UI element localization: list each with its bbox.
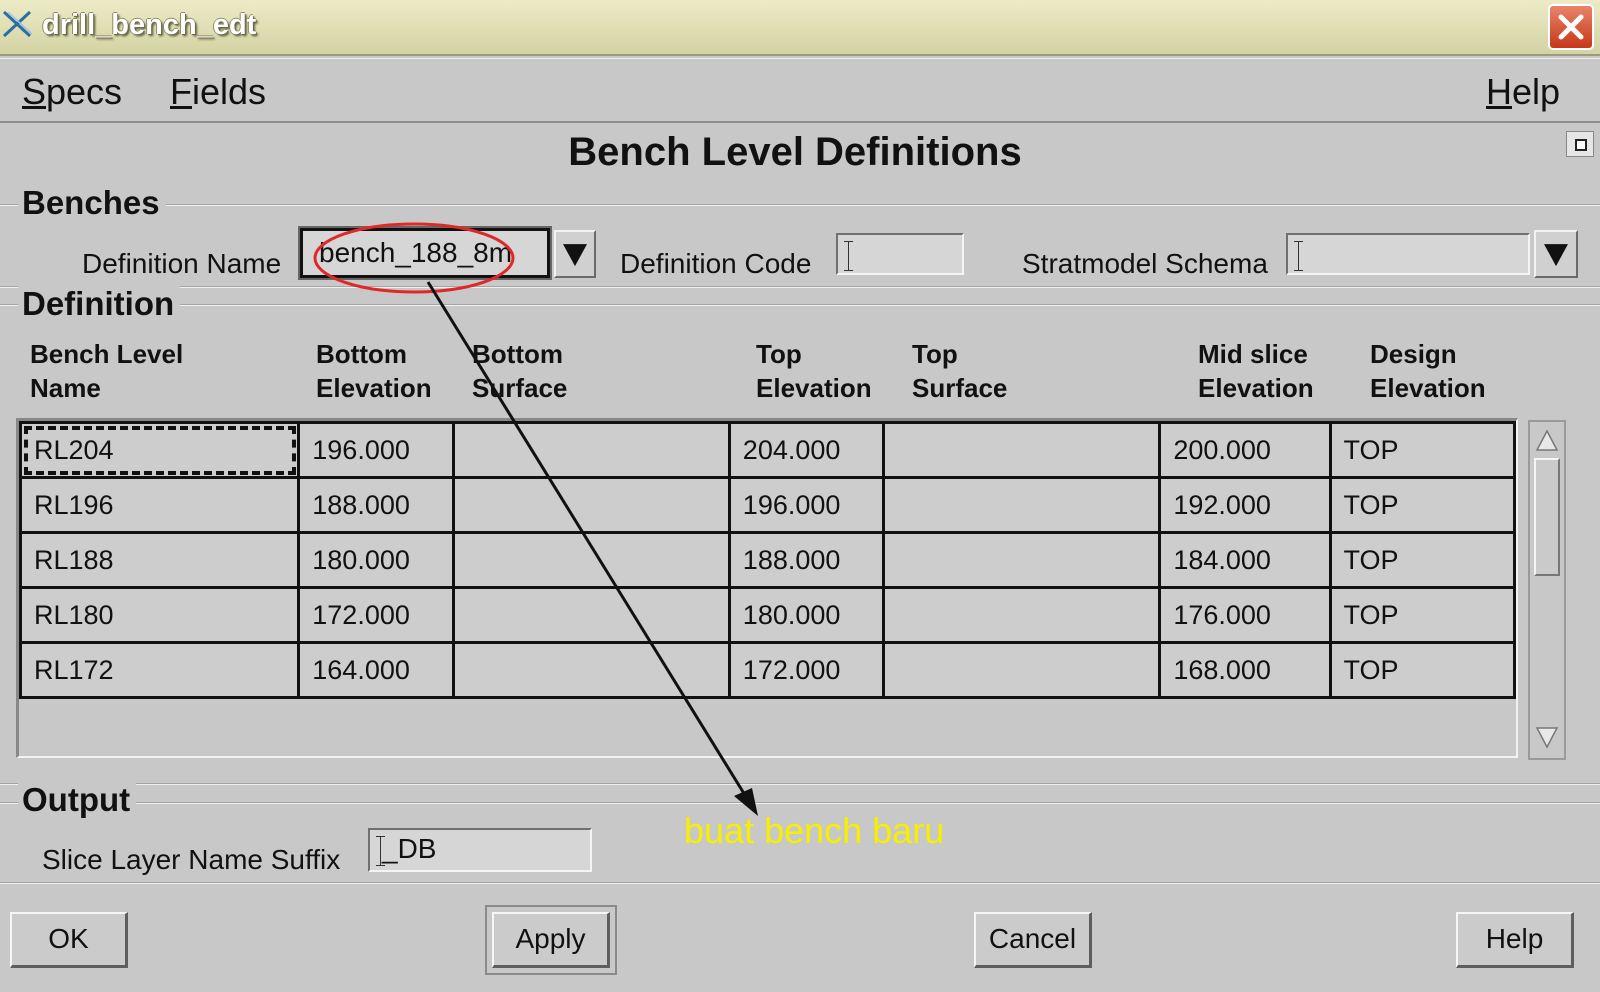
table-cell[interactable] — [882, 531, 1162, 589]
button-area-separator — [0, 882, 1600, 884]
table-cell[interactable]: 196.000 — [727, 476, 886, 534]
benches-section-label: Benches — [18, 184, 166, 222]
slice-layer-suffix-value: _DB — [382, 833, 437, 864]
table-cell[interactable]: 184.000 — [1158, 531, 1332, 589]
scrollbar-thumb[interactable] — [1534, 458, 1560, 576]
table-cell[interactable] — [451, 641, 731, 699]
column-header-bottom-surface[interactable]: Bottom Surface — [472, 337, 567, 405]
table-cell[interactable]: TOP — [1328, 641, 1517, 699]
annotation-text: buat bench baru — [684, 810, 945, 851]
table-cell[interactable]: RL180 — [18, 586, 301, 644]
output-section-label: Output — [18, 781, 137, 819]
restore-icon[interactable] — [1566, 131, 1594, 157]
table-cell[interactable]: 172.000 — [297, 586, 455, 644]
close-button[interactable] — [1548, 4, 1594, 50]
bench-level-table: RL204 196.000 204.000 200.000 TOP RL196 … — [16, 418, 1518, 758]
table-cell[interactable]: 192.000 — [1158, 476, 1332, 534]
table-cell[interactable]: 188.000 — [297, 476, 455, 534]
title-bar: drill_bench_edt — [0, 0, 1600, 56]
column-header-design-elevation[interactable]: Design Elevation — [1370, 337, 1486, 405]
table-row[interactable]: RL172 164.000 172.000 168.000 TOP — [18, 641, 1517, 699]
stratmodel-schema-dropdown[interactable] — [1534, 230, 1578, 278]
table-cell[interactable] — [451, 476, 731, 534]
table-row[interactable]: RL204 196.000 204.000 200.000 TOP — [18, 421, 1517, 479]
table-cell[interactable] — [451, 586, 731, 644]
scroll-up-icon[interactable] — [1534, 428, 1560, 454]
table-cell[interactable]: 172.000 — [727, 641, 886, 699]
table-cell[interactable]: 188.000 — [727, 531, 886, 589]
cancel-button[interactable]: Cancel — [974, 912, 1092, 968]
scroll-down-icon[interactable] — [1534, 724, 1560, 750]
definition-section-label: Definition — [18, 285, 181, 323]
table-row[interactable]: RL196 188.000 196.000 192.000 TOP — [18, 476, 1517, 534]
definition-code-input[interactable] — [836, 233, 964, 275]
table-cell[interactable]: RL204 — [18, 421, 301, 479]
benches-frame — [0, 204, 1600, 206]
column-header-top-surface[interactable]: Top Surface — [912, 337, 1007, 405]
table-cell[interactable]: TOP — [1328, 476, 1517, 534]
menu-fields[interactable]: Fields — [170, 71, 266, 113]
table-cell[interactable] — [451, 531, 731, 589]
slice-layer-suffix-label: Slice Layer Name Suffix — [42, 844, 341, 875]
ok-button[interactable]: OK — [10, 912, 128, 968]
output-frame-top — [0, 783, 1600, 785]
text-cursor-icon — [1294, 239, 1303, 273]
table-cell[interactable]: TOP — [1328, 586, 1517, 644]
table-cell[interactable] — [882, 421, 1162, 479]
table-cell[interactable]: TOP — [1328, 531, 1517, 589]
text-cursor-icon — [376, 834, 385, 868]
slice-layer-suffix-input[interactable]: _DB — [368, 828, 592, 872]
stratmodel-schema-label: Stratmodel Schema — [1022, 248, 1268, 279]
help-button[interactable]: Help — [1456, 912, 1574, 968]
definition-name-dropdown[interactable] — [554, 230, 596, 278]
definition-frame — [0, 304, 1600, 306]
table-cell[interactable]: 200.000 — [1158, 421, 1332, 479]
table-cell[interactable]: 180.000 — [727, 586, 886, 644]
stratmodel-schema-input[interactable] — [1286, 233, 1530, 275]
table-cell[interactable]: TOP — [1328, 421, 1517, 479]
definition-name-label: Definition Name — [82, 248, 282, 279]
definition-frame-top — [0, 286, 1600, 288]
definition-name-input[interactable]: bench_188_8m — [298, 226, 552, 280]
table-cell[interactable]: RL188 — [18, 531, 301, 589]
table-row[interactable]: RL180 172.000 180.000 176.000 TOP — [18, 586, 1517, 644]
column-header-bench-level-name[interactable]: Bench Level Name — [30, 337, 183, 405]
table-cell[interactable]: 180.000 — [297, 531, 455, 589]
column-header-mid-slice-elevation[interactable]: Mid slice Elevation — [1198, 337, 1314, 405]
table-cell[interactable]: RL172 — [18, 641, 301, 699]
window-title: drill_bench_edt — [42, 9, 257, 41]
table-cell[interactable]: 164.000 — [297, 641, 455, 699]
table-cell[interactable]: 204.000 — [727, 421, 886, 479]
x-logo-icon — [2, 10, 33, 38]
table-cell[interactable] — [882, 476, 1162, 534]
table-cell[interactable]: 168.000 — [1158, 641, 1332, 699]
definition-name-value: bench_188_8m — [319, 237, 513, 268]
menu-bar: Specs Fields Help — [0, 58, 1600, 123]
close-icon — [1558, 14, 1584, 40]
table-cell[interactable] — [882, 641, 1162, 699]
bench-level-grid: RL204 196.000 204.000 200.000 TOP RL196 … — [18, 421, 1517, 699]
apply-button[interactable]: Apply — [485, 905, 617, 975]
table-cell[interactable]: 176.000 — [1158, 586, 1332, 644]
table-cell[interactable]: 196.000 — [297, 421, 455, 479]
column-header-top-elevation[interactable]: Top Elevation — [756, 337, 872, 405]
table-row[interactable]: RL188 180.000 188.000 184.000 TOP — [18, 531, 1517, 589]
definition-code-label: Definition Code — [620, 248, 812, 279]
menu-specs[interactable]: Specs — [22, 71, 122, 113]
output-frame — [0, 802, 1600, 804]
page-title: Bench Level Definitions — [568, 130, 1022, 174]
text-cursor-icon — [844, 239, 853, 273]
table-cell[interactable]: RL196 — [18, 476, 301, 534]
menu-help[interactable]: Help — [1486, 71, 1560, 113]
table-cell[interactable] — [882, 586, 1162, 644]
column-header-bottom-elevation[interactable]: Bottom Elevation — [316, 337, 432, 405]
table-cell[interactable] — [451, 421, 731, 479]
